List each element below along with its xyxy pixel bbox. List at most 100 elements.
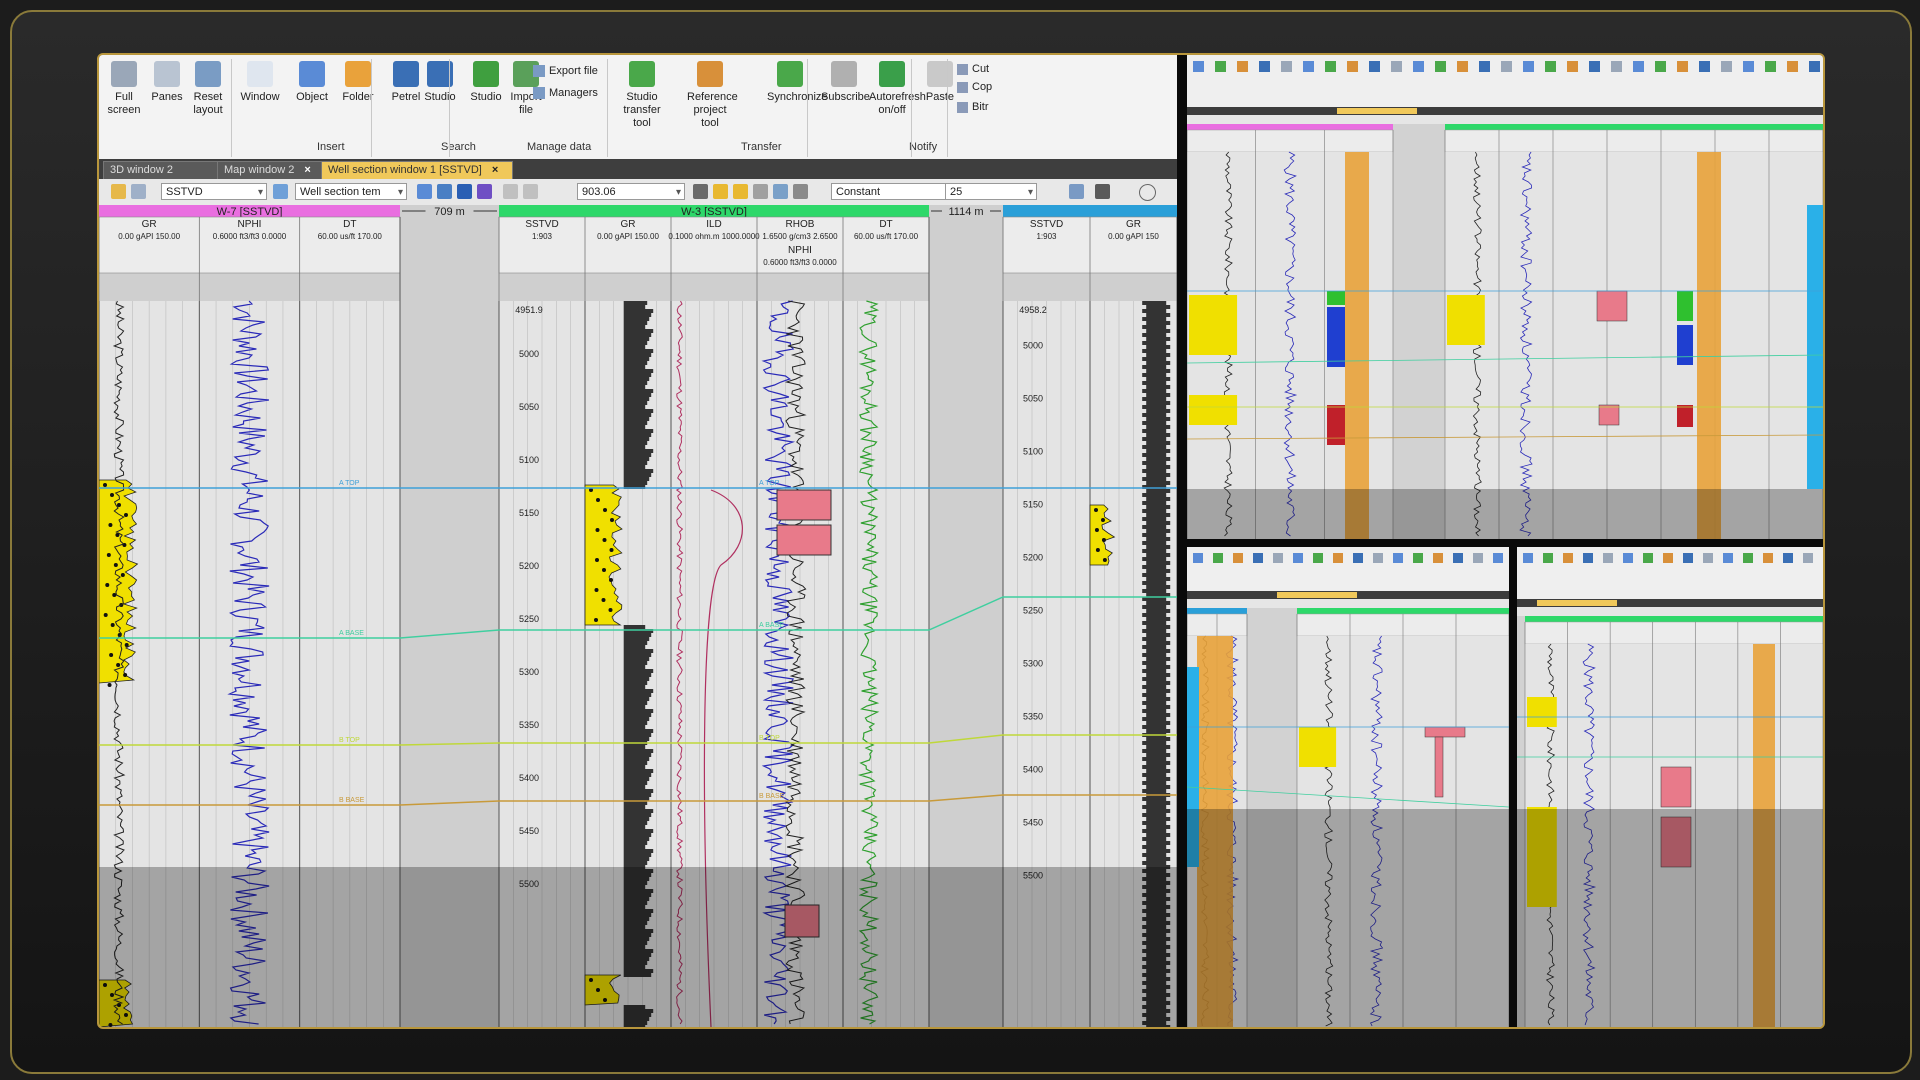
sync-icon[interactable] (733, 184, 748, 199)
gr-shale-fill (1146, 921, 1171, 925)
camera-icon[interactable] (1095, 184, 1110, 199)
undo-icon[interactable] (503, 184, 518, 199)
template-icon[interactable] (273, 184, 288, 199)
ribbon-window-button[interactable]: Window (237, 61, 283, 104)
gr-shale-fill (1142, 525, 1167, 529)
template-select[interactable]: Well section tem (295, 183, 407, 201)
gr-shale-fill (623, 369, 654, 373)
close-icon[interactable]: × (492, 164, 498, 176)
pointer-icon[interactable] (131, 184, 146, 199)
gr-shale-fill (1142, 437, 1167, 441)
ribbon-studio-transfer-button[interactable]: Studio transfer tool (619, 61, 665, 130)
layout-icon[interactable] (773, 184, 788, 199)
screen-icon[interactable] (1069, 184, 1084, 199)
gr-shale-fill (1142, 997, 1167, 1001)
thumb-well-header (1297, 608, 1509, 614)
tab-0[interactable]: 3D window 2 [Any]× (103, 161, 221, 193)
ribbon-folder-button[interactable]: Folder (335, 61, 381, 104)
ruler-icon[interactable] (417, 184, 432, 199)
ribbon-group-separator (449, 59, 450, 157)
gr-shale-fill (1146, 585, 1171, 589)
gr-shale-fill (1146, 961, 1171, 965)
zoom-depth-icon[interactable] (457, 184, 472, 199)
sand-dot (108, 1023, 113, 1027)
width-icon[interactable] (793, 184, 808, 199)
gr-shale-fill (623, 833, 652, 837)
gr-shale-fill (1146, 937, 1171, 941)
tab-2[interactable]: Well section window 1 [SSTVD] × (321, 161, 513, 180)
thumb-ribbon-icon (1545, 61, 1556, 72)
flatten-icon[interactable] (437, 184, 452, 199)
gr-shale-fill (1146, 545, 1171, 549)
gr-shale-fill (1142, 853, 1167, 857)
domain-select[interactable]: SSTVD (161, 183, 267, 201)
gr-shale-fill (623, 705, 646, 709)
marker-icon[interactable] (477, 184, 492, 199)
thumb-gas-fill (1434, 736, 1444, 798)
cut-label: Cut (972, 63, 990, 75)
gr-shale-fill (1146, 465, 1171, 469)
ribbon-full-screen-label: Full (115, 91, 133, 103)
depth-label: 5400 (519, 773, 539, 783)
gr-shale-fill (1146, 889, 1171, 893)
gr-shale-fill (623, 469, 654, 473)
lock-icon[interactable] (693, 184, 708, 199)
well-section-canvas[interactable]: W-7 [SSTVD] GR 0.00 gAPI 150.00 NPHI 0.6000 … (99, 205, 1177, 1027)
thumb-ribbon-icon (1433, 553, 1443, 563)
close-icon[interactable]: × (304, 164, 310, 176)
ribbon-studio-transfer-label: Studio (626, 91, 658, 103)
sand-dot (103, 483, 107, 487)
thumb-well-header (1187, 608, 1247, 614)
gr-shale-fill (1142, 805, 1167, 809)
sand-dot (124, 643, 129, 647)
thumb-ribbon-icon (1683, 553, 1693, 563)
thumb-track (1445, 152, 1823, 539)
ribbon-autorefresh-button[interactable]: Autorefresh on/off (869, 61, 926, 117)
gr-shale-fill (1142, 845, 1167, 849)
sand-dot (596, 988, 600, 992)
search-icon[interactable] (1139, 184, 1156, 201)
select-icon[interactable] (111, 184, 126, 199)
ribbon-panes-button[interactable]: Panes (144, 61, 190, 104)
window-icon (247, 61, 273, 87)
ribbon-copy-button[interactable]: Cop (957, 81, 992, 93)
ribbon-reset-layout-button[interactable]: Reset layout (185, 61, 231, 117)
gr-shale-fill (1146, 985, 1171, 989)
ribbon-reference-project-button[interactable]: Reference project tool (687, 61, 738, 130)
gr-shale-fill (1146, 673, 1171, 677)
depth-label: 5250 (1023, 606, 1043, 616)
thumb-zone-block (1327, 405, 1345, 445)
gr-shale-fill (623, 925, 646, 929)
gr-shale-fill (1146, 993, 1171, 997)
depth-input[interactable]: 903.06 (577, 183, 685, 201)
ribbon-export_file-button[interactable]: Export file (533, 65, 598, 78)
ribbon-full-screen-button[interactable]: Full screen (101, 61, 147, 117)
eye-icon[interactable] (753, 184, 768, 199)
gr-shale-fill (1146, 689, 1171, 693)
log-scale: 0.6000 ft3/ft3 0.0000 (763, 258, 837, 267)
tab-1[interactable]: Map window 2 × (217, 161, 325, 180)
sand-dot (609, 578, 613, 582)
thumb-zone-block (1807, 205, 1823, 489)
collage-frame: Full screen Panes Reset layout Window Object Fo… (97, 53, 1825, 1029)
depth-label: 4951.9 (515, 305, 543, 315)
gr-shale-fill (1146, 769, 1171, 773)
depth-label: 5150 (1023, 500, 1043, 510)
thumb-active-tab (1277, 592, 1357, 598)
ribbon-cut-button[interactable]: Cut (957, 63, 989, 75)
gr-shale-fill (623, 377, 650, 381)
ribbon-subscribe-button[interactable]: Subscribe (821, 61, 870, 104)
gr-shale-fill (623, 365, 646, 369)
well-section-plot[interactable]: W-7 [SSTVD] GR 0.00 gAPI 150.00 NPHI 0.6000 … (99, 205, 1177, 1027)
ribbon-bitmap-button[interactable]: Bitr (957, 101, 989, 113)
scale-value-input[interactable]: 25 (945, 183, 1037, 201)
ribbon-managers-button[interactable]: Managers (533, 87, 598, 100)
gr-shale-fill (623, 793, 652, 797)
link-icon[interactable] (713, 184, 728, 199)
gr-shale-fill (1142, 509, 1167, 513)
ribbon-object-button[interactable]: Object (289, 61, 335, 104)
gr-shale-fill (1146, 649, 1171, 653)
gr-shale-fill (1142, 981, 1167, 985)
redo-icon[interactable] (523, 184, 538, 199)
ribbon-studio-button[interactable]: Studio (417, 61, 463, 104)
